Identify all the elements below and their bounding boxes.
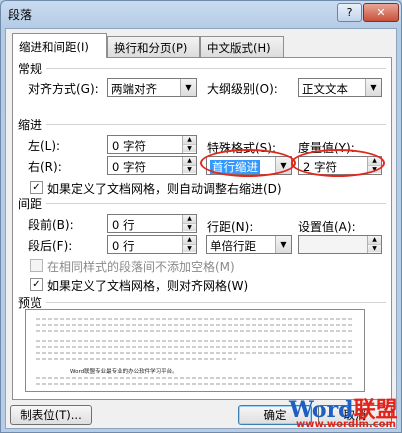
outline-level-value: 正文文本: [302, 82, 348, 96]
preview-line: [36, 340, 354, 342]
line-spacing-at-label: 设置值(A):: [298, 220, 356, 234]
preview-line: [36, 358, 236, 360]
chevron-down-icon: ▼: [180, 79, 196, 96]
line-spacing-select[interactable]: 单倍行距 ▼: [206, 235, 292, 254]
spin-up-icon[interactable]: ▲: [183, 157, 196, 165]
spin-down-icon[interactable]: ▼: [368, 244, 381, 252]
tab-indents-spacing[interactable]: 缩进和间距(I): [12, 33, 107, 58]
spacing-header: 间距: [18, 197, 43, 211]
chevron-down-icon: ▼: [275, 236, 291, 253]
preview-divider: [46, 302, 386, 303]
tabs-button[interactable]: 制表位(T)...: [10, 405, 92, 425]
space-before-value: 0 行: [112, 218, 135, 232]
auto-adjust-label: 如果定义了文档网格，则自动调整右缩进(D): [47, 182, 282, 196]
preview-line: [36, 318, 354, 320]
auto-adjust-checkbox[interactable]: ✓: [30, 181, 43, 194]
line-spacing-label: 行距(N):: [207, 220, 254, 234]
spin-up-icon[interactable]: ▲: [368, 236, 381, 244]
general-divider: [46, 68, 386, 69]
annotation-ring-special: [200, 149, 296, 177]
watermark-url: www.wordlm.com: [296, 419, 396, 430]
snap-to-grid-label: 如果定义了文档网格，则对齐网格(W): [47, 279, 249, 293]
preview-line: [36, 324, 354, 326]
indentation-divider: [46, 124, 386, 125]
annotation-ring-measure: [291, 149, 385, 177]
preview-line: [36, 352, 354, 354]
alignment-value: 两端对齐: [111, 82, 157, 96]
spin-down-icon[interactable]: ▼: [183, 223, 196, 231]
right-indent-label: 右(R):: [28, 160, 62, 174]
spin-down-icon[interactable]: ▼: [183, 165, 196, 173]
space-after-label: 段后(F):: [28, 239, 73, 253]
snap-to-grid-checkbox[interactable]: ✓: [30, 278, 43, 291]
preview-sample-text: Word联盟专业最专业的办公软件学习平台。: [70, 369, 178, 375]
alignment-select[interactable]: 两端对齐 ▼: [107, 78, 197, 97]
preview-line: [36, 346, 354, 348]
line-spacing-value: 单倍行距: [210, 239, 256, 253]
help-button[interactable]: ?: [337, 3, 362, 22]
spin-down-icon[interactable]: ▼: [183, 144, 196, 152]
no-space-same-style-label: 在相同样式的段落间不添加空格(M): [47, 260, 235, 274]
indentation-header: 缩进: [18, 118, 43, 132]
space-before-label: 段前(B):: [28, 218, 74, 232]
left-indent-value: 0 字符: [112, 139, 146, 153]
spacing-divider: [46, 203, 386, 204]
dialog-title: 段落: [8, 8, 33, 22]
spin-up-icon[interactable]: ▲: [183, 215, 196, 223]
preview-line: [36, 377, 354, 379]
paragraph-dialog: 段落 ? ✕ 缩进和间距(I) 换行和分页(P) 中文版式(H) 常规 对齐方式…: [0, 0, 402, 433]
spin-up-icon[interactable]: ▲: [183, 236, 196, 244]
outline-level-select[interactable]: 正文文本 ▼: [298, 78, 382, 97]
preview-line: [36, 330, 354, 332]
spin-down-icon[interactable]: ▼: [183, 244, 196, 252]
tab-asian-typography[interactable]: 中文版式(H): [200, 36, 284, 57]
space-before-spinner[interactable]: 0 行 ▲ ▼: [107, 214, 197, 233]
right-indent-value: 0 字符: [112, 160, 146, 174]
close-button[interactable]: ✕: [363, 3, 399, 22]
chevron-down-icon: ▼: [365, 79, 381, 96]
space-after-value: 0 行: [112, 239, 135, 253]
preview-line: [36, 383, 354, 385]
title-bar: 段落 ? ✕: [1, 1, 401, 27]
left-indent-label: 左(L):: [28, 139, 61, 153]
left-indent-spinner[interactable]: 0 字符 ▲ ▼: [107, 135, 197, 154]
spin-up-icon[interactable]: ▲: [183, 136, 196, 144]
preview-box: Word联盟专业最专业的办公软件学习平台。: [25, 309, 365, 392]
alignment-label: 对齐方式(G):: [28, 82, 99, 96]
space-after-spinner[interactable]: 0 行 ▲ ▼: [107, 235, 197, 254]
tab-line-page-breaks[interactable]: 换行和分页(P): [107, 36, 200, 57]
no-space-same-style-checkbox[interactable]: [30, 259, 43, 272]
general-header: 常规: [18, 62, 43, 76]
right-indent-spinner[interactable]: 0 字符 ▲ ▼: [107, 156, 197, 175]
outline-level-label: 大纲级别(O):: [207, 82, 278, 96]
dialog-body: 缩进和间距(I) 换行和分页(P) 中文版式(H) 常规 对齐方式(G): 两端…: [5, 28, 397, 429]
line-spacing-at-spinner[interactable]: ▲ ▼: [298, 235, 382, 254]
